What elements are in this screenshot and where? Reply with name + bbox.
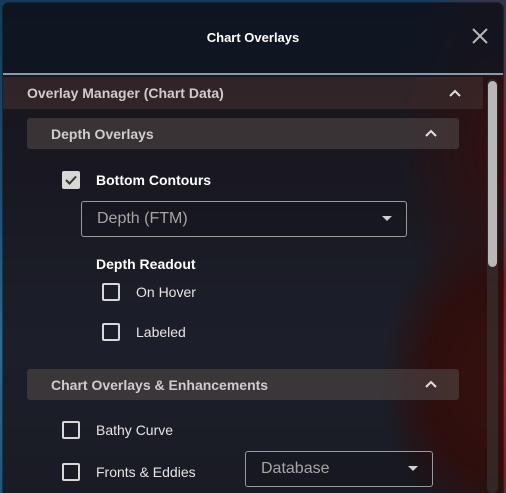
depth-overlays-label: Depth Overlays xyxy=(51,125,154,142)
fronts-source-select[interactable]: Database xyxy=(245,451,433,487)
dialog-title: Chart Overlays xyxy=(206,30,300,45)
depth-unit-select[interactable]: Depth (FTM) xyxy=(81,201,407,237)
bottom-contours-checkbox[interactable] xyxy=(62,171,80,189)
bottom-contours-option[interactable]: Bottom Contours xyxy=(62,171,211,189)
depth-unit-value: Depth (FTM) xyxy=(97,210,188,227)
overlay-manager-label: Overlay Manager (Chart Data) xyxy=(27,85,224,101)
bathy-curve-checkbox[interactable] xyxy=(62,421,80,439)
dialog-header: Chart Overlays xyxy=(3,3,503,75)
fronts-eddies-checkbox[interactable] xyxy=(62,463,80,481)
chart-overlays-enhancements-header[interactable]: Chart Overlays & Enhancements xyxy=(27,369,459,400)
labeled-option[interactable]: Labeled xyxy=(102,323,186,341)
on-hover-option[interactable]: On Hover xyxy=(102,283,196,301)
depth-overlays-header[interactable]: Depth Overlays xyxy=(27,118,459,149)
fronts-source-value: Database xyxy=(261,460,330,477)
chart-overlays-dialog: Chart Overlays Overlay Manager (Chart Da… xyxy=(3,3,503,493)
bathy-curve-label: Bathy Curve xyxy=(96,422,174,438)
close-icon xyxy=(472,28,488,44)
overlay-settings-panel: Overlay Manager (Chart Data) Depth Overl… xyxy=(3,75,503,493)
bathy-curve-option[interactable]: Bathy Curve xyxy=(62,421,173,439)
dropdown-caret-icon xyxy=(408,466,418,471)
fronts-eddies-label: Fronts & Eddies xyxy=(96,464,196,480)
chevron-up-icon xyxy=(424,379,438,389)
bottom-contours-label: Bottom Contours xyxy=(96,172,212,188)
chevron-up-icon xyxy=(448,88,462,98)
on-hover-checkbox[interactable] xyxy=(102,283,120,301)
overlay-manager-header[interactable]: Overlay Manager (Chart Data) xyxy=(3,77,483,109)
labeled-checkbox[interactable] xyxy=(102,323,120,341)
fronts-eddies-option[interactable]: Fronts & Eddies xyxy=(62,463,196,481)
labeled-label: Labeled xyxy=(136,324,186,340)
checkmark-icon xyxy=(65,175,77,185)
scrollbar-thumb[interactable] xyxy=(488,81,497,267)
dropdown-caret-icon xyxy=(382,216,392,221)
depth-readout-label: Depth Readout xyxy=(96,256,196,272)
close-button[interactable] xyxy=(471,27,489,45)
chevron-up-icon xyxy=(424,128,438,138)
on-hover-label: On Hover xyxy=(136,284,196,300)
chart-overlays-enhancements-label: Chart Overlays & Enhancements xyxy=(51,376,269,393)
